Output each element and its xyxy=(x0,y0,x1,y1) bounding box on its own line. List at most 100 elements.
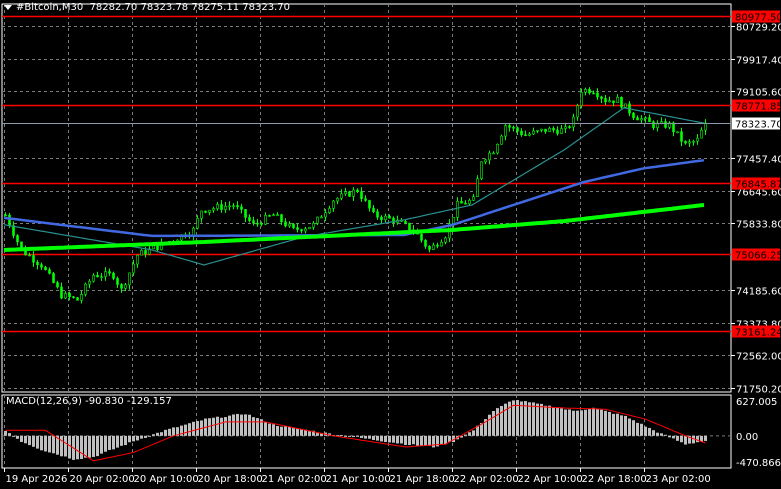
candle-body xyxy=(260,223,263,225)
macd-histogram-bar xyxy=(64,435,67,457)
macd-histogram-bar xyxy=(108,435,111,450)
candle-body xyxy=(384,215,387,220)
candle-body xyxy=(632,112,635,119)
macd-histogram-bar xyxy=(624,415,627,436)
macd-histogram-bar xyxy=(160,432,163,436)
candle-body xyxy=(348,191,351,197)
candle-body xyxy=(500,135,503,145)
macd-histogram-bar xyxy=(580,410,583,436)
candle-body xyxy=(152,245,155,250)
time-axis-label: 22 Apr 18:00 xyxy=(582,474,647,485)
candle-body xyxy=(692,140,695,143)
macd-histogram-bar xyxy=(276,425,279,436)
ohlc-readout: 78282.70 78323.78 78275.11 78323.70 xyxy=(89,2,290,13)
macd-histogram-bar xyxy=(376,435,379,441)
macd-histogram-bar xyxy=(408,435,411,446)
candle-body xyxy=(284,221,287,227)
level-price-label: 80977.50 xyxy=(735,13,781,24)
macd-histogram-bar xyxy=(132,435,135,442)
candle-body xyxy=(664,121,667,128)
symbol-label: #Bitcoin,M30 xyxy=(16,2,84,13)
macd-histogram-bar xyxy=(232,414,235,436)
candle-body xyxy=(496,143,499,154)
macd-histogram-bar xyxy=(272,424,275,436)
macd-histogram-bar xyxy=(400,435,403,444)
candle-body xyxy=(604,98,607,103)
macd-histogram-bar xyxy=(164,429,167,436)
macd-histogram-bar xyxy=(12,435,15,437)
candle-body xyxy=(192,227,195,236)
time-axis-label: 19 Apr 2026 xyxy=(6,474,68,485)
candle-body xyxy=(444,237,447,243)
candle-body xyxy=(480,161,483,179)
macd-histogram-bar xyxy=(48,435,51,453)
macd-histogram-bar xyxy=(528,402,531,436)
candle-body xyxy=(440,242,443,247)
candle-body xyxy=(428,246,431,250)
macd-histogram-bar xyxy=(120,435,123,446)
candle-body xyxy=(108,271,111,274)
macd-histogram-bar xyxy=(60,435,63,457)
macd-histogram-bar xyxy=(104,435,107,452)
candle-body xyxy=(340,193,343,199)
macd-histogram-bar xyxy=(368,435,371,439)
macd-histogram-bar xyxy=(540,403,543,436)
candle-body xyxy=(576,105,579,118)
macd-histogram-bar xyxy=(504,403,507,436)
macd-histogram-bar xyxy=(500,405,503,436)
macd-histogram-bar xyxy=(364,435,367,439)
macd-histogram-bar xyxy=(684,435,687,445)
candle-body xyxy=(104,271,107,277)
candle-body xyxy=(140,250,143,256)
macd-histogram-bar xyxy=(520,401,523,436)
macd-histogram-bar xyxy=(676,435,679,441)
candle-body xyxy=(8,214,11,226)
candle-body xyxy=(240,206,243,210)
candle-body xyxy=(128,272,131,286)
macd-histogram-bar xyxy=(152,434,155,436)
candle-body xyxy=(688,141,691,144)
candle-body xyxy=(620,97,623,108)
macd-histogram-bar xyxy=(544,405,547,436)
macd-histogram-bar xyxy=(212,417,215,436)
candle-body xyxy=(100,276,103,278)
level-price-label: 76845.87 xyxy=(735,180,781,191)
macd-histogram-bar xyxy=(632,420,635,436)
macd-histogram-bar xyxy=(32,435,35,447)
macd-histogram-bar xyxy=(668,435,671,438)
chart-title: #Bitcoin,M30 78282.70 78323.78 78275.11 … xyxy=(4,2,290,13)
macd-histogram-bar xyxy=(300,429,303,436)
candle-body xyxy=(376,211,379,218)
price-axis-label: 79105.60 xyxy=(736,88,781,99)
candle-body xyxy=(544,128,547,132)
candle-body xyxy=(88,280,91,285)
macd-histogram-bar xyxy=(592,407,595,436)
candle-body xyxy=(248,217,251,221)
candle-body xyxy=(516,127,519,132)
candle-body xyxy=(368,200,371,209)
macd-histogram-bar xyxy=(116,435,119,448)
candle-body xyxy=(220,204,223,210)
macd-histogram-bar xyxy=(464,434,467,436)
candle-body xyxy=(72,296,75,299)
candle-body xyxy=(320,216,323,219)
candle-body xyxy=(44,266,47,271)
candle-body xyxy=(300,229,303,232)
candle-body xyxy=(404,221,407,224)
candle-body xyxy=(124,284,127,289)
dropdown-triangle-icon[interactable] xyxy=(4,4,12,10)
macd-histogram-bar xyxy=(68,435,71,459)
macd-axis-label: 0.00 xyxy=(736,432,758,443)
time-axis-label: 20 Apr 10:00 xyxy=(134,474,199,485)
macd-histogram-bar xyxy=(396,435,399,444)
candle-body xyxy=(556,129,559,134)
macd-histogram-bar xyxy=(604,410,607,436)
macd-histogram-bar xyxy=(612,413,615,436)
candle-body xyxy=(336,198,339,202)
candle-body xyxy=(464,202,467,205)
macd-histogram-bar xyxy=(44,435,47,452)
macd-histogram-bar xyxy=(648,427,651,436)
candle-body xyxy=(264,215,267,225)
macd-histogram-bar xyxy=(80,435,83,459)
chart-canvas[interactable]: 80729.2079917.4079105.6077457.4076645.60… xyxy=(0,0,781,489)
